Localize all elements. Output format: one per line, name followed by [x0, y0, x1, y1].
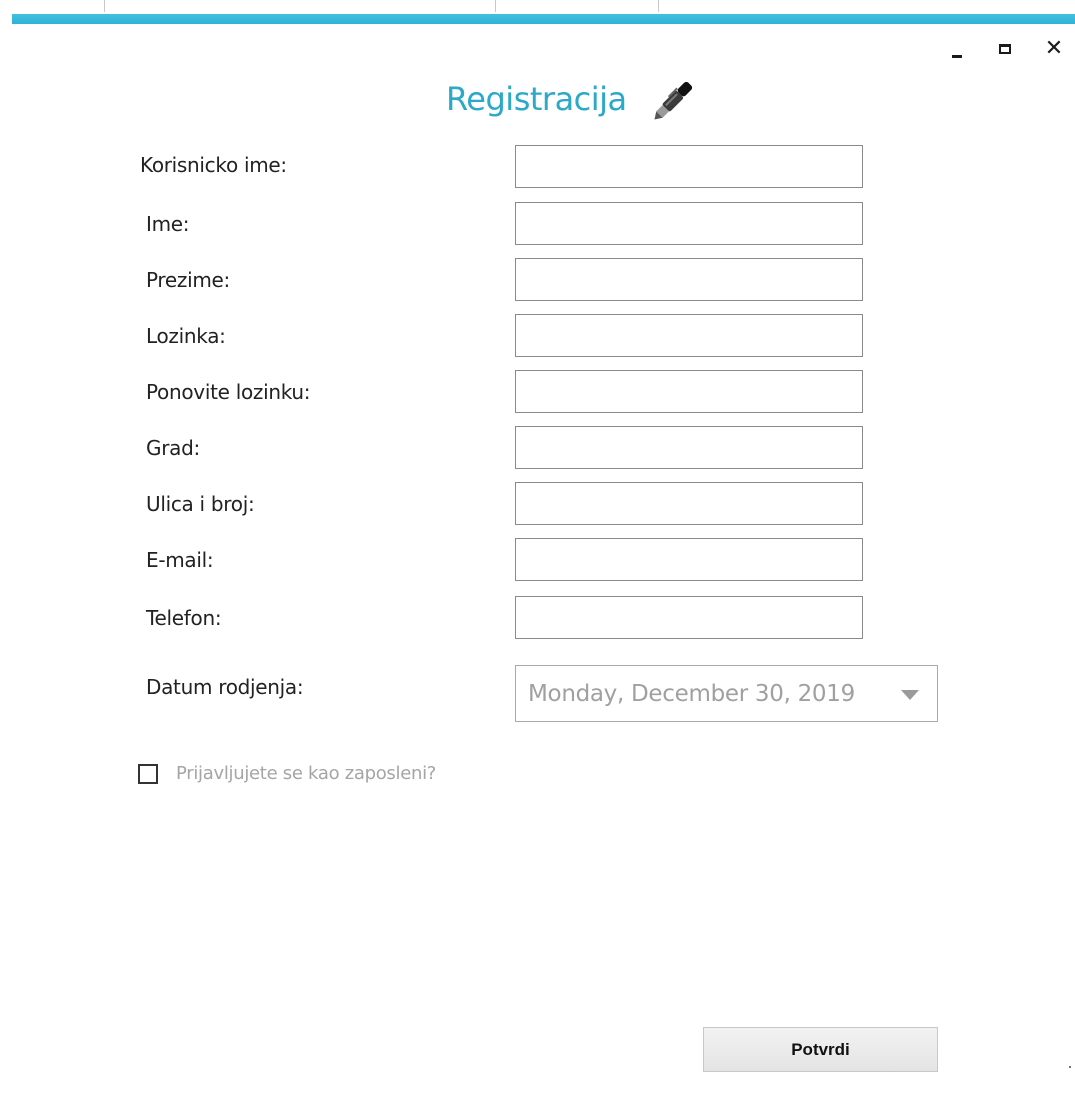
resize-grip[interactable]: [1069, 1066, 1071, 1068]
password-input[interactable]: [515, 314, 863, 357]
first-name-input[interactable]: [515, 202, 863, 245]
employee-checkbox-label[interactable]: Prijavljujete se kao zaposleni?: [176, 763, 436, 784]
username-label: Korisnicko ime:: [140, 153, 287, 177]
city-label: Grad:: [146, 436, 200, 460]
street-label: Ulica i broj:: [146, 492, 255, 516]
chevron-down-icon[interactable]: [901, 690, 919, 700]
background-divider: [658, 0, 659, 12]
maximize-button[interactable]: [990, 36, 1020, 62]
window-accent-bar: [12, 14, 1075, 24]
street-input[interactable]: [515, 482, 863, 525]
city-input[interactable]: [515, 426, 863, 469]
background-window-strip: [0, 0, 1075, 14]
minimize-icon: [952, 54, 962, 58]
submit-button[interactable]: Potvrdi: [703, 1027, 938, 1072]
page-title: Registracija: [446, 80, 627, 118]
repeat-password-input[interactable]: [515, 370, 863, 413]
close-button[interactable]: ✕: [1039, 36, 1069, 62]
background-divider: [495, 0, 496, 12]
email-input[interactable]: [515, 538, 863, 581]
birth-date-picker[interactable]: Monday, December 30, 2019: [515, 665, 938, 722]
pen-icon: [654, 81, 692, 120]
birth-date-value: Monday, December 30, 2019: [528, 680, 855, 707]
repeat-password-label: Ponovite lozinku:: [146, 380, 311, 404]
maximize-icon: [999, 44, 1011, 54]
password-label: Lozinka:: [146, 324, 226, 348]
last-name-label: Prezime:: [146, 268, 230, 292]
birth-date-label: Datum rodjenja:: [146, 675, 304, 699]
first-name-label: Ime:: [146, 212, 190, 236]
phone-input[interactable]: [515, 596, 863, 639]
phone-label: Telefon:: [146, 606, 222, 630]
page-header: Registracija: [446, 74, 701, 124]
close-icon: ✕: [1044, 36, 1064, 61]
employee-checkbox-row[interactable]: Prijavljujete se kao zaposleni?: [138, 763, 436, 784]
last-name-input[interactable]: [515, 258, 863, 301]
username-input[interactable]: [515, 145, 863, 188]
email-label: E-mail:: [146, 548, 214, 572]
employee-checkbox[interactable]: [138, 763, 158, 784]
background-divider: [104, 0, 105, 12]
minimize-button[interactable]: [942, 36, 972, 62]
